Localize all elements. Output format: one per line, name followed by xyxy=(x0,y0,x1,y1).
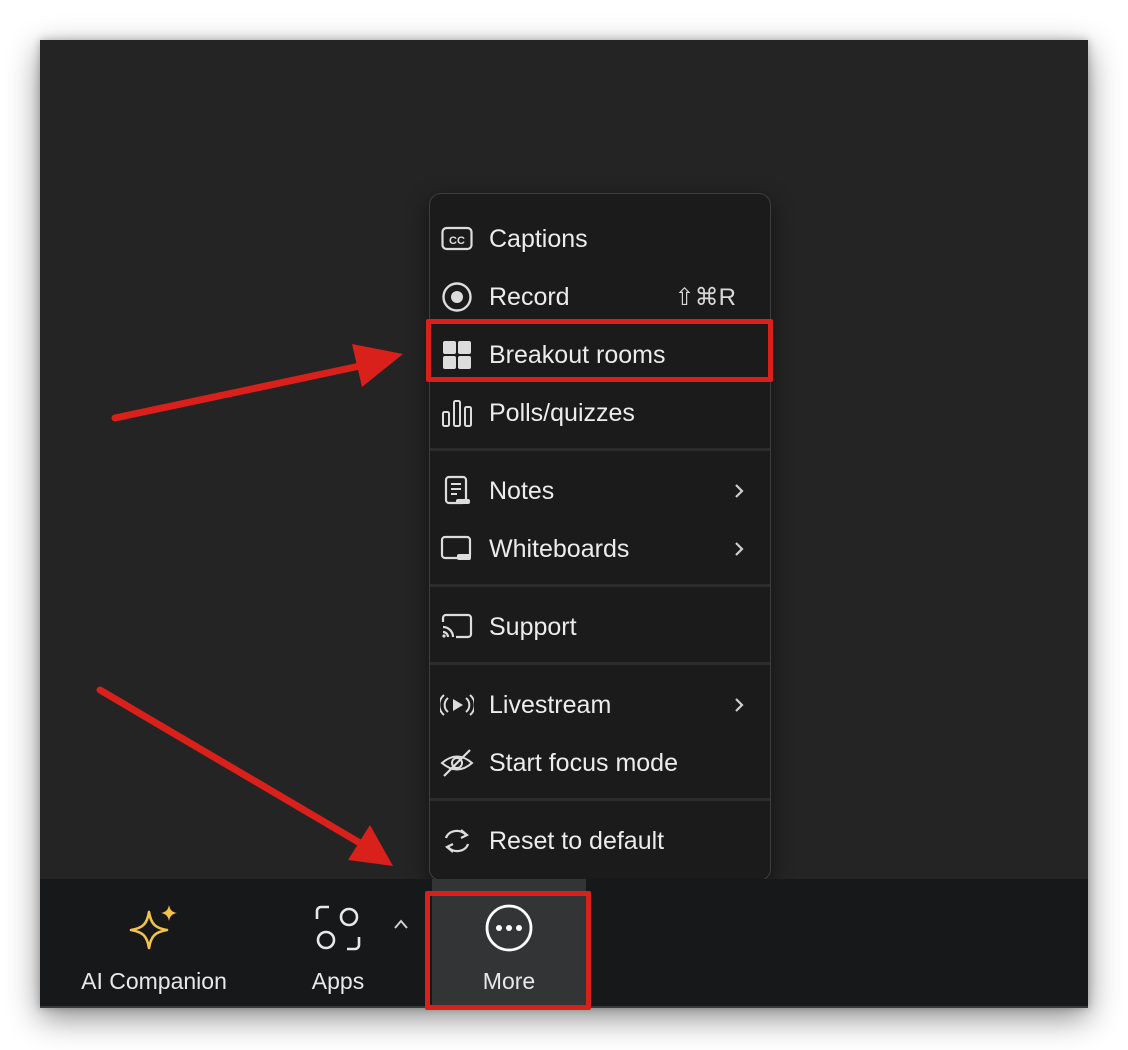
apps-label: Apps xyxy=(311,968,365,994)
more-menu: CC Captions Record ⇧⌘R Breakout rooms Po… xyxy=(429,193,771,881)
menu-item-support[interactable]: Support xyxy=(430,601,770,653)
menu-item-label: Reset to default xyxy=(489,826,665,855)
menu-item-label: Notes xyxy=(489,476,555,505)
menu-item-label: Polls/quizzes xyxy=(489,398,635,427)
menu-item-reset-to-default[interactable]: Reset to default xyxy=(430,815,770,867)
menu-item-polls-quizzes[interactable]: Polls/quizzes xyxy=(430,387,770,439)
menu-item-captions[interactable]: CC Captions xyxy=(430,213,770,265)
chevron-right-icon xyxy=(734,535,744,564)
highlight-box-breakout-rooms xyxy=(426,319,773,382)
polls-icon xyxy=(440,396,474,430)
apps-chevron-up-icon[interactable] xyxy=(393,917,409,935)
svg-text:CC: CC xyxy=(449,235,465,247)
highlight-box-more xyxy=(425,891,591,1010)
menu-item-start-focus-mode[interactable]: Start focus mode xyxy=(430,737,770,789)
notes-icon xyxy=(440,474,474,508)
apps-button[interactable]: Apps xyxy=(298,879,378,1006)
menu-item-label: Start focus mode xyxy=(489,748,678,777)
menu-item-label: Captions xyxy=(489,224,588,253)
record-shortcut: ⇧⌘R xyxy=(674,283,736,311)
ai-companion-button[interactable]: AI Companion xyxy=(71,879,237,1006)
chevron-right-icon xyxy=(734,477,744,506)
menu-item-label: Support xyxy=(489,612,577,641)
sparkle-icon xyxy=(129,903,179,953)
menu-item-notes[interactable]: Notes xyxy=(430,465,770,517)
menu-divider xyxy=(430,584,770,587)
livestream-icon xyxy=(440,688,474,722)
menu-item-whiteboards[interactable]: Whiteboards xyxy=(430,523,770,575)
menu-divider xyxy=(430,662,770,665)
menu-item-label: Record xyxy=(489,282,570,311)
captions-icon: CC xyxy=(440,222,474,256)
menu-item-label: Whiteboards xyxy=(489,534,630,563)
chevron-right-icon xyxy=(734,691,744,720)
whiteboard-icon xyxy=(440,532,474,566)
support-icon xyxy=(440,610,474,644)
apps-icon xyxy=(315,903,361,953)
menu-item-livestream[interactable]: Livestream xyxy=(430,679,770,731)
menu-divider xyxy=(430,798,770,801)
reset-icon xyxy=(440,824,474,858)
menu-item-record[interactable]: Record ⇧⌘R xyxy=(430,271,770,323)
menu-divider xyxy=(430,448,770,451)
menu-item-label: Livestream xyxy=(489,690,612,719)
ai-companion-label: AI Companion xyxy=(81,968,227,994)
record-icon xyxy=(440,280,474,314)
focus-mode-icon xyxy=(440,746,474,780)
meeting-window: CC Captions Record ⇧⌘R Breakout rooms Po… xyxy=(40,40,1088,1008)
